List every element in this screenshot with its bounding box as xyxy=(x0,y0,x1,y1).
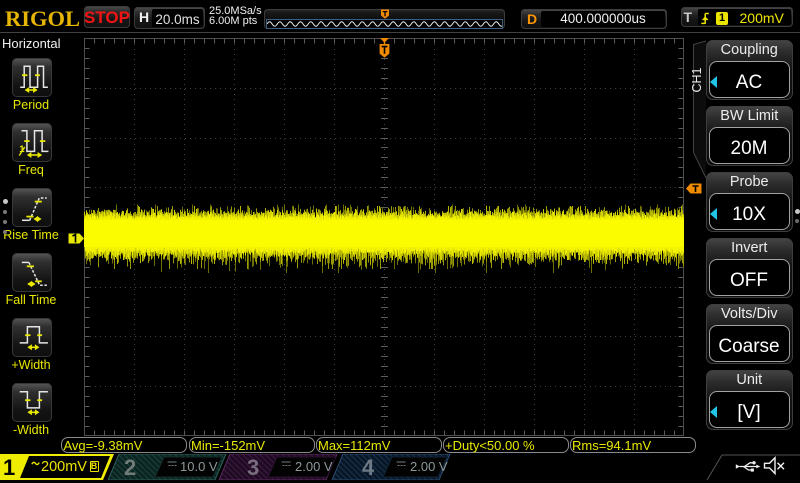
svg-text:CH1: CH1 xyxy=(690,67,704,92)
